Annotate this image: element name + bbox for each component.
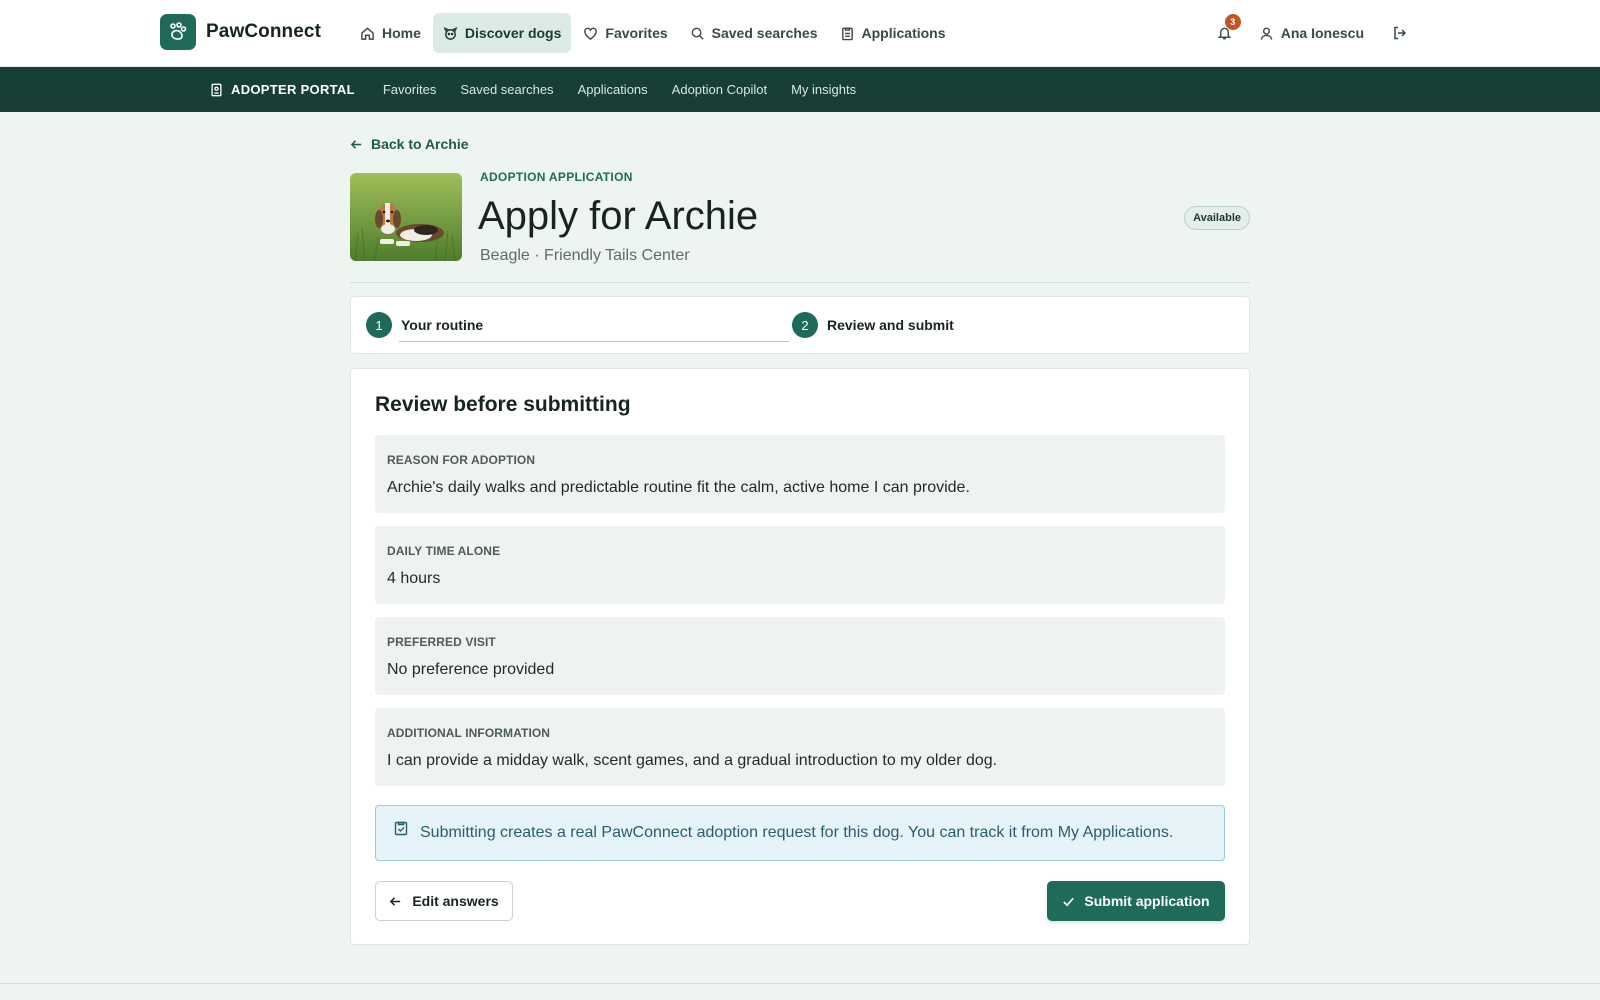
submit-notice: Submitting creates a real PawConnect ado…: [375, 805, 1225, 861]
back-link-label: Back to Archie: [371, 136, 469, 152]
portal-link-adoption-copilot[interactable]: Adoption Copilot: [672, 82, 767, 97]
review-field-additional-info: ADDITIONAL INFORMATION I can provide a m…: [375, 708, 1225, 786]
step-label: Your routine: [401, 317, 484, 333]
notifications-button[interactable]: 3: [1213, 14, 1241, 49]
nav-discover-label: Discover dogs: [464, 25, 562, 41]
review-field-time-alone: DAILY TIME ALONE 4 hours: [375, 526, 1225, 604]
step-label: Review and submit: [827, 317, 954, 333]
edit-answers-label: Edit answers: [412, 893, 499, 909]
user-menu[interactable]: Ana Ionescu: [1259, 25, 1364, 41]
notice-text: Submitting creates a real PawConnect ado…: [420, 824, 1174, 841]
arrow-left-icon: [390, 896, 401, 906]
clipboard-icon: [394, 821, 408, 836]
portal-link-favorites[interactable]: Favorites: [383, 82, 436, 97]
nav-saved-searches[interactable]: Saved searches: [680, 13, 828, 53]
nav-applications[interactable]: Applications: [830, 13, 956, 53]
review-title: Review before submitting: [375, 393, 631, 416]
portal-title[interactable]: ADOPTER PORTAL: [210, 82, 355, 97]
notification-count-badge: 3: [1224, 14, 1241, 30]
main-nav: Home Discover dogs Favorites Saved searc…: [350, 13, 958, 53]
portal-link-my-insights[interactable]: My insights: [791, 82, 856, 97]
status-badge: Available: [1184, 206, 1250, 230]
user-icon: [1260, 27, 1273, 40]
edit-answers-button[interactable]: Edit answers: [375, 881, 513, 921]
search-icon: [691, 27, 704, 40]
check-icon: [1063, 897, 1075, 906]
field-value: 4 hours: [387, 570, 441, 587]
heart-icon: [584, 27, 598, 40]
clipboard-icon: [841, 27, 853, 40]
arrow-left-icon: [350, 139, 362, 149]
field-label: REASON FOR ADOPTION: [387, 453, 536, 467]
brand[interactable]: PawConnect: [160, 14, 321, 50]
application-stepper: 1 Your routine 2 Review and submit: [350, 296, 1250, 354]
step-number: 1: [366, 312, 392, 338]
field-value: Archie's daily walks and predictable rou…: [387, 479, 970, 496]
logout-button[interactable]: [1392, 25, 1408, 41]
nav-home-label: Home: [382, 25, 421, 41]
review-field-preferred-visit: PREFERRED VISIT No preference provided: [375, 617, 1225, 695]
home-icon: [361, 26, 374, 40]
field-label: DAILY TIME ALONE: [387, 544, 501, 558]
portal-title-label: ADOPTER PORTAL: [231, 82, 355, 97]
nav-favorites-label: Favorites: [605, 25, 668, 41]
review-card: Review before submitting REASON FOR ADOP…: [350, 368, 1250, 945]
header-divider: [350, 282, 1250, 283]
header-actions: 3 Ana Ionescu: [1213, 14, 1408, 49]
portal-link-applications[interactable]: Applications: [578, 82, 648, 97]
brand-name: PawConnect: [206, 21, 322, 42]
back-link[interactable]: Back to Archie: [350, 136, 469, 152]
dog-photo: [350, 173, 462, 261]
paw-icon: [160, 14, 196, 50]
step-your-routine[interactable]: 1 Your routine: [366, 312, 483, 338]
nav-applications-label: Applications: [861, 25, 946, 41]
field-label: ADDITIONAL INFORMATION: [387, 726, 551, 740]
footer-divider: [0, 983, 1600, 984]
logout-icon: [1394, 26, 1407, 40]
nav-favorites[interactable]: Favorites: [573, 13, 677, 53]
step-progress-line: [399, 341, 789, 342]
review-field-reason: REASON FOR ADOPTION Archie's daily walks…: [375, 435, 1225, 513]
field-label: PREFERRED VISIT: [387, 635, 496, 649]
id-badge-icon: [211, 83, 222, 96]
field-value: I can provide a midday walk, scent games…: [387, 752, 998, 769]
nav-discover-dogs[interactable]: Discover dogs: [432, 13, 572, 53]
step-review-and-submit[interactable]: 2 Review and submit: [792, 312, 954, 338]
page-title: Apply for Archie: [478, 194, 759, 238]
field-value: No preference provided: [387, 661, 555, 678]
step-number: 2: [792, 312, 818, 338]
page-eyebrow: ADOPTION APPLICATION: [480, 170, 633, 184]
user-name: Ana Ionescu: [1280, 25, 1364, 41]
submit-application-label: Submit application: [1084, 893, 1210, 909]
submit-application-button[interactable]: Submit application: [1047, 881, 1225, 921]
nav-saved-searches-label: Saved searches: [711, 25, 818, 41]
dog-face-icon: [443, 26, 458, 40]
portal-nav: ADOPTER PORTAL Favorites Saved searches …: [0, 67, 1600, 112]
top-navbar: PawConnect Home Discover dogs Favorites …: [0, 0, 1600, 67]
nav-home[interactable]: Home: [350, 13, 431, 53]
page-subtitle: Beagle · Friendly Tails Center: [480, 247, 690, 264]
portal-link-saved-searches[interactable]: Saved searches: [460, 82, 553, 97]
